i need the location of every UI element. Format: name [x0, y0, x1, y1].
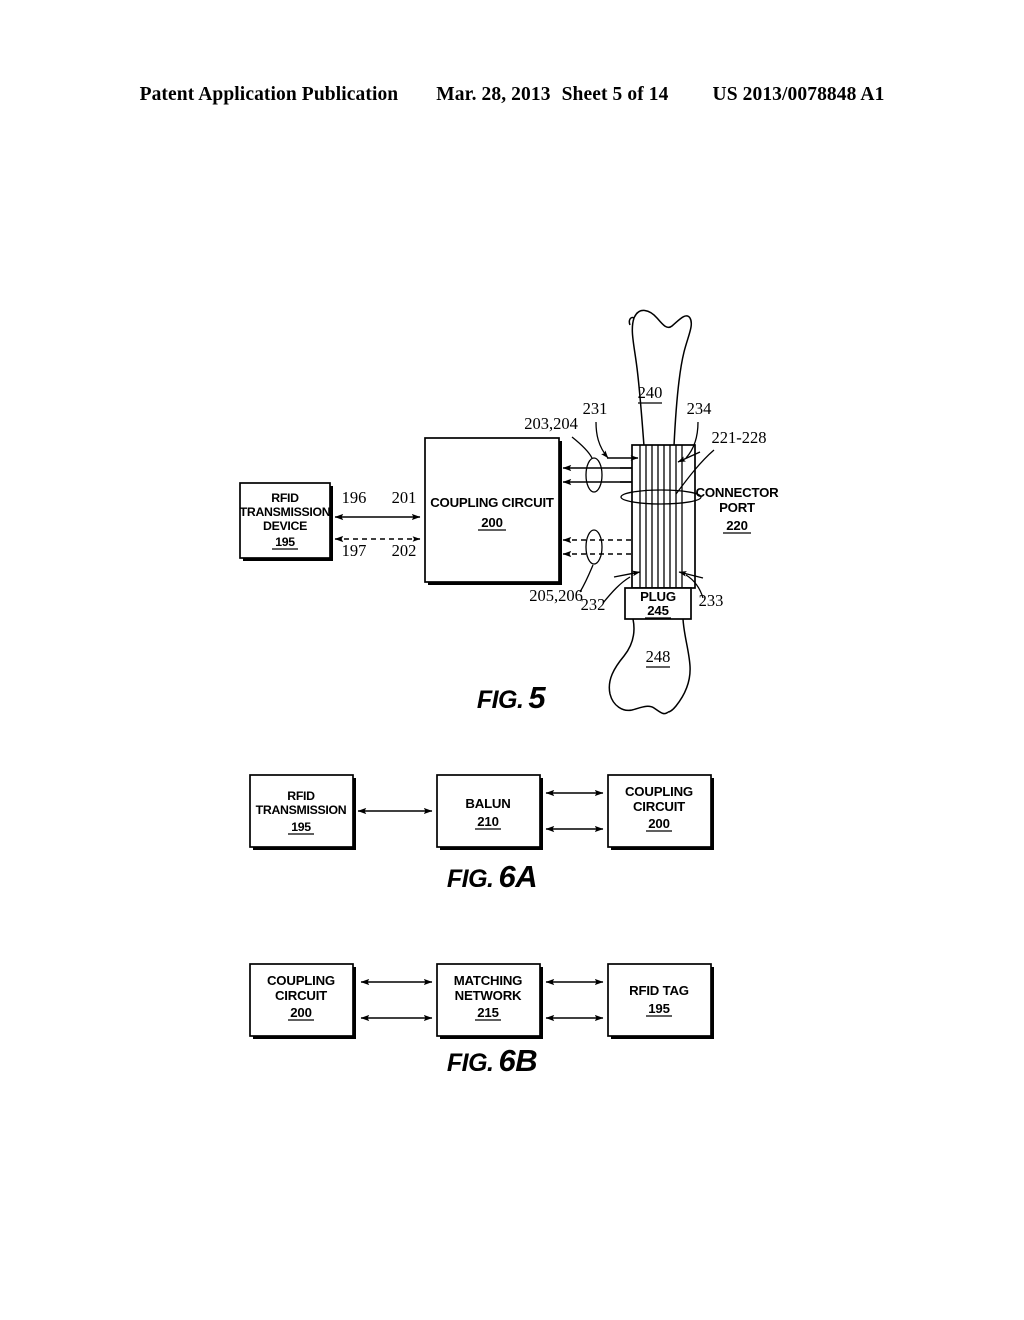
fig6a-coupling-ref: 200	[648, 816, 669, 831]
fig5-port-line1: CONNECTOR	[696, 485, 780, 500]
fig5-signal-196-197	[334, 513, 421, 543]
fig6a-rfid-transmission-block: RFID TRANSMISSION 195	[249, 774, 356, 850]
figure-5-label: FIG. 5	[477, 680, 547, 715]
fig6a-coupling-line2: CIRCUIT	[633, 799, 685, 814]
fig6b-rfidtag-line1: RFID TAG	[629, 983, 689, 998]
fig6a-balun-block: BALUN 210	[436, 774, 543, 850]
fig6b-matching-line2: NETWORK	[455, 988, 522, 1003]
fig5-rfid-line3: DEVICE	[263, 519, 307, 533]
fig5-rfid-line2: TRANSMISSION	[240, 505, 331, 519]
fig5-coupling-line1: COUPLING CIRCUIT	[430, 495, 554, 510]
fig5-coupling-ref: 200	[481, 515, 502, 530]
figure-6b-label: FIG. 6B	[447, 1043, 537, 1078]
fig5-coupling-circuit-block: COUPLING CIRCUIT 200	[424, 437, 562, 585]
fig5-plug-block: PLUG 245	[624, 587, 692, 620]
fig6b-coupling-line1: COUPLING	[267, 973, 335, 988]
fig6a-coupling-circuit-block: COUPLING CIRCUIT 200	[607, 774, 714, 850]
cable-240	[628, 309, 693, 447]
figure-6b: COUPLING CIRCUIT 200 MATCHING NETWORK 21…	[249, 963, 714, 1078]
fig6a-rfid-line1: RFID	[287, 789, 315, 803]
ref-240: 240	[638, 383, 663, 402]
fig5-rfid-line1: RFID	[271, 491, 299, 505]
fig5-rfid-ref: 195	[275, 535, 295, 549]
ref-196: 196	[342, 488, 367, 507]
fig5-port-line2: PORT	[719, 500, 755, 515]
fig5-plug-line1: PLUG	[640, 589, 676, 604]
ref-221-228: 221-228	[712, 428, 767, 447]
fig6b-rfid-tag-block: RFID TAG 195	[607, 963, 714, 1039]
ref-233: 233	[699, 591, 724, 610]
figure-6a-label: FIG. 6A	[447, 859, 537, 894]
fig6a-coupling-line1: COUPLING	[625, 784, 693, 799]
patent-drawing-sheet: 240 RFID TRANSMISSION DEVICE 195 COUPLIN…	[0, 0, 1024, 1320]
fig5-plug-ref: 245	[647, 603, 668, 618]
ref-234: 234	[687, 399, 712, 418]
fig6b-matching-ref: 215	[477, 1005, 498, 1020]
figure-6a: RFID TRANSMISSION 195 BALUN 210 COUPLING…	[249, 774, 714, 894]
fig6a-rfid-line2: TRANSMISSION	[256, 803, 347, 817]
fig6b-rfidtag-ref: 195	[648, 1001, 669, 1016]
fig6a-rfid-ref: 195	[291, 820, 311, 834]
ref-201: 201	[392, 488, 417, 507]
figure-5: 240 RFID TRANSMISSION DEVICE 195 COUPLIN…	[239, 309, 780, 715]
fig6b-coupling-circuit-block: COUPLING CIRCUIT 200	[249, 963, 356, 1039]
fig6b-coupling-line2: CIRCUIT	[275, 988, 327, 1003]
ref-248: 248	[646, 647, 671, 666]
fig5-rfid-device-block: RFID TRANSMISSION DEVICE 195	[239, 482, 333, 561]
cable-248	[608, 618, 691, 715]
ref-205-206: 205,206	[529, 586, 583, 605]
fig6a-balun-line1: BALUN	[465, 796, 510, 811]
fig6b-matching-network-block: MATCHING NETWORK 215	[436, 963, 543, 1039]
fig5-port-ref: 220	[726, 518, 747, 533]
fig6a-balun-ref: 210	[477, 814, 498, 829]
ref-231: 231	[583, 399, 608, 418]
ref-203-204: 203,204	[524, 414, 578, 433]
ref-202: 202	[392, 541, 417, 560]
fig6b-matching-line1: MATCHING	[454, 973, 522, 988]
ref-232: 232	[581, 595, 606, 614]
ref-197: 197	[342, 541, 367, 560]
fig6b-coupling-ref: 200	[290, 1005, 311, 1020]
fig5-connector-port-block: CONNECTOR PORT 220	[620, 444, 780, 589]
